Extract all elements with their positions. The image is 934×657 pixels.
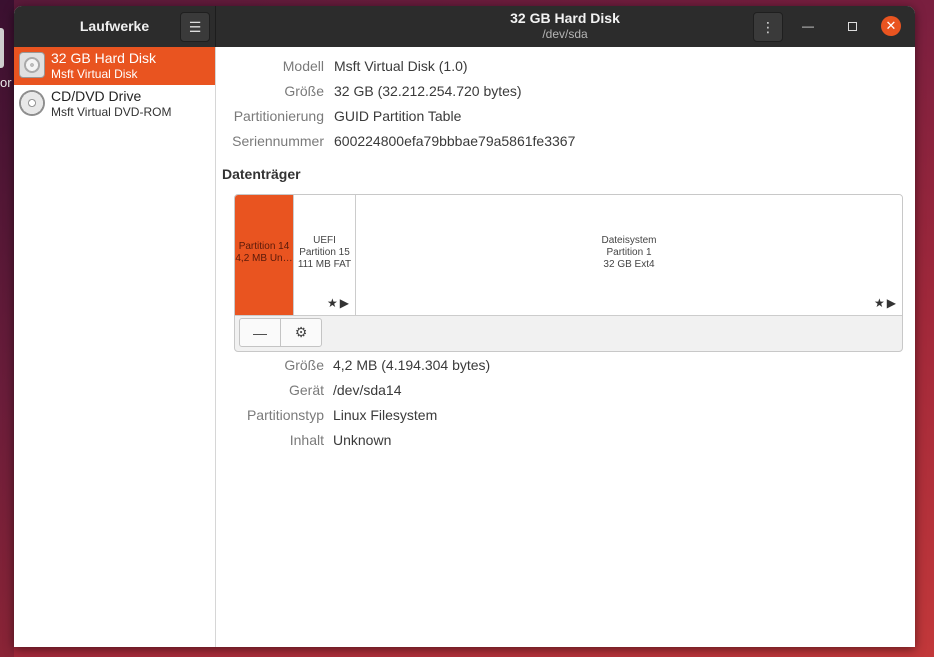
drive-list: 32 GB Hard Disk Msft Virtual Disk CD/DVD…	[14, 47, 216, 647]
maximize-icon	[847, 21, 857, 31]
maximize-button[interactable]	[842, 16, 862, 36]
partition-line3: 111 MB FAT	[297, 259, 352, 270]
drive-model: Msft Virtual Disk	[51, 67, 138, 81]
play-icon[interactable]: ▶	[340, 296, 351, 310]
partitioning-value: GUID Partition Table	[334, 108, 462, 124]
partition-line1: UEFI	[313, 235, 336, 246]
content-value: Unknown	[333, 432, 392, 448]
partition-size-label: Größe	[284, 357, 324, 373]
close-button[interactable]: ✕	[881, 16, 901, 36]
serial-value: 600224800efa79bbbae79a5861fe3367	[334, 133, 576, 149]
device-value: /dev/sda14	[333, 382, 402, 398]
partition-map: Partition 14 4,2 MB Un… UEFI Partition 1…	[235, 195, 902, 316]
desktop-label: or	[0, 75, 12, 90]
app-menu-button[interactable]: ☰	[180, 12, 210, 42]
drive-name: CD/DVD Drive	[51, 88, 142, 104]
minimize-icon: —	[802, 19, 814, 33]
partition-line1: Partition 14	[238, 241, 290, 252]
close-icon: ✕	[885, 18, 897, 33]
partition-type-label: Partitionstyp	[246, 407, 324, 423]
drive-details: Modell Msft Virtual Disk (1.0) Größe 32 …	[216, 47, 915, 647]
desktop-left-edge: or	[0, 0, 14, 657]
partition-15[interactable]: UEFI Partition 15 111 MB FAT ★▶	[294, 195, 356, 315]
headerbar: Laufwerke ☰ 32 GB Hard Disk /dev/sda ⋮ —…	[14, 6, 915, 47]
partition-1[interactable]: Dateisystem Partition 1 32 GB Ext4 ★▶	[356, 195, 902, 315]
play-icon[interactable]: ▶	[887, 296, 898, 310]
volume-grid: Partition 14 4,2 MB Un… UEFI Partition 1…	[234, 194, 903, 352]
partition-line2: Partition 1	[606, 247, 652, 258]
partition-type-value: Linux Filesystem	[333, 407, 438, 423]
partition-size-value: 4,2 MB (4.194.304 bytes)	[333, 357, 491, 373]
partition-actions: ★▶	[874, 296, 898, 310]
device-label: Gerät	[288, 382, 324, 398]
partition-settings-button[interactable]: ⚙	[280, 318, 322, 347]
partition-line2: 4,2 MB Un…	[235, 253, 293, 264]
minus-icon: —	[253, 324, 267, 341]
hamburger-menu-icon: ☰	[188, 18, 202, 35]
star-icon[interactable]: ★	[874, 296, 887, 310]
partition-14[interactable]: Partition 14 4,2 MB Un…	[235, 195, 294, 315]
drive-options-button[interactable]: ⋮	[753, 12, 783, 42]
disks-window: Laufwerke ☰ 32 GB Hard Disk /dev/sda ⋮ —…	[14, 6, 915, 647]
desktop-icon[interactable]	[0, 28, 4, 68]
drive-name: 32 GB Hard Disk	[51, 50, 157, 66]
size-label: Größe	[284, 83, 324, 99]
drive-item-hard-disk[interactable]: 32 GB Hard Disk Msft Virtual Disk	[14, 47, 215, 85]
drive-model: Msft Virtual DVD-ROM	[51, 105, 172, 119]
content-label: Inhalt	[289, 432, 324, 448]
sidebar-header: Laufwerke ☰	[14, 6, 216, 47]
optical-disc-icon	[19, 90, 45, 116]
partition-line2: Partition 15	[299, 247, 350, 258]
gears-icon: ⚙	[294, 324, 308, 340]
vertical-dots-icon: ⋮	[761, 18, 775, 35]
partition-line3: 32 GB Ext4	[603, 259, 655, 270]
volumes-title: Datenträger	[222, 166, 301, 182]
hard-disk-icon	[19, 52, 45, 78]
partitioning-label: Partitionierung	[233, 108, 324, 124]
star-icon[interactable]: ★	[327, 296, 340, 310]
remove-partition-button[interactable]: —	[239, 318, 281, 347]
minimize-button[interactable]: —	[798, 16, 818, 36]
model-value: Msft Virtual Disk (1.0)	[334, 58, 468, 74]
model-label: Modell	[282, 58, 324, 74]
size-value: 32 GB (32.212.254.720 bytes)	[334, 83, 522, 99]
serial-label: Seriennummer	[232, 133, 324, 149]
partition-line1: Dateisystem	[601, 235, 657, 246]
drive-item-cd-dvd[interactable]: CD/DVD Drive Msft Virtual DVD-ROM	[14, 85, 215, 123]
partition-actions: ★▶	[327, 296, 351, 310]
